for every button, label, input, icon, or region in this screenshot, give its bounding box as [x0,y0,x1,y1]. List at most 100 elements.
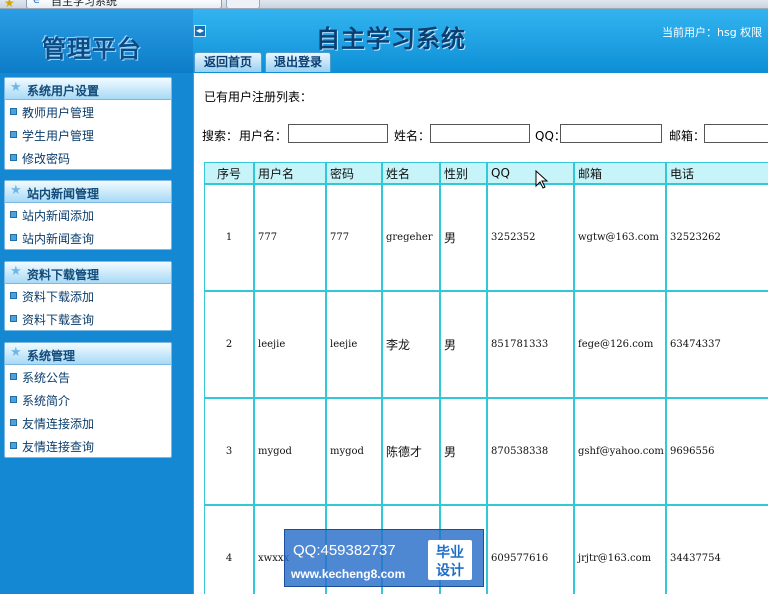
cell-qq: 870538338 [487,398,574,505]
star-icon: ★ [10,264,22,279]
cell-username: 777 [254,184,326,291]
table-row[interactable]: 3 mygod mygod 陈德才 男 870538338 gshf@yahoo… [204,398,768,505]
column-header: 用户名 [254,162,326,184]
cell-gender: 男 [440,184,487,291]
sidebar-item-label[interactable]: 友情连接查询 [22,438,94,455]
watermark-url: www.kecheng8.com [291,567,406,581]
username-search-input[interactable] [288,124,388,143]
column-header: 序号 [204,162,254,184]
cell-email: fege@126.com [574,291,666,398]
cell-phone: 32523262 [666,184,768,291]
qq-search-input[interactable] [560,124,662,143]
sidebar-item-label[interactable]: 系统简介 [22,392,70,409]
cell-password: leejie [326,291,382,398]
home-button[interactable]: 返回首页 [194,52,262,72]
square-bullet-icon [10,234,17,241]
browser-tab-bar: ★ e 自主学习系统 [0,0,768,9]
table-row[interactable]: 1 777 777 gregeher 男 3252352 wgtw@163.co… [204,184,768,291]
name-search-input[interactable] [430,124,530,143]
email-search-input[interactable] [704,124,768,143]
current-user-info: 当前用户：hsg 权限 [662,26,763,39]
star-icon: ★ [10,183,22,198]
cell-password: 777 [326,184,382,291]
sidebar-item-label[interactable]: 资料下载查询 [22,311,94,328]
sidebar-item-announcement[interactable]: 系统公告 [5,365,171,388]
cell-email: gshf@yahoo.com [574,398,666,505]
star-icon: ★ [10,80,22,95]
sidebar-item-news-query[interactable]: 站内新闻查询 [5,226,171,249]
panel-title: 站内新闻管理 [27,187,100,201]
browser-tab[interactable]: e 自主学习系统 [26,0,222,8]
cell-qq: 851781333 [487,291,574,398]
platform-title: 管理平台 [42,34,142,63]
main-content: 已有用户注册列表： 搜索： 用户名： 姓名： QQ： 邮箱： 序号 用户名 密码… [193,73,768,594]
panel-header[interactable]: ★ 资料下载管理 [5,262,171,284]
sidebar-item-download-query[interactable]: 资料下载查询 [5,307,171,330]
cell-email: wgtw@163.com [574,184,666,291]
cell-phone: 34437754 [666,505,768,594]
new-tab-button[interactable] [226,0,260,8]
cell-qq: 3252352 [487,184,574,291]
sidebar-item-teacher-users[interactable]: 教师用户管理 [5,100,171,123]
cell-index: 4 [204,505,254,594]
column-header: 姓名 [382,162,440,184]
sidebar-item-change-password[interactable]: 修改密码 [5,146,171,169]
logout-button[interactable]: 退出登录 [265,52,331,72]
square-bullet-icon [10,442,17,449]
sidebar-item-student-users[interactable]: 学生用户管理 [5,123,171,146]
sidebar-item-news-add[interactable]: 站内新闻添加 [5,203,171,226]
sidebar-item-link-query[interactable]: 友情连接查询 [5,434,171,457]
search-label: 搜索： [202,129,239,143]
cell-phone: 9696556 [666,398,768,505]
sidebar-item-link-add[interactable]: 友情连接添加 [5,411,171,434]
square-bullet-icon [10,154,17,161]
cell-username: mygod [254,398,326,505]
username-label: 用户名： [239,129,288,143]
column-header: 电话 [666,162,768,184]
sidebar-item-label[interactable]: 站内新闻添加 [22,207,94,224]
sidebar-item-download-add[interactable]: 资料下载添加 [5,284,171,307]
column-header: 性别 [440,162,487,184]
panel-title: 系统用户设置 [27,84,100,98]
system-title: 自主学习系统 [316,24,466,53]
sidebar-item-introduction[interactable]: 系统简介 [5,388,171,411]
table-row[interactable]: 2 leejie leejie 李龙 男 851781333 fege@126.… [204,291,768,398]
sidebar-item-label[interactable]: 教师用户管理 [22,104,94,121]
email-label: 邮箱： [669,129,706,143]
cell-name: 陈德才 [382,398,440,505]
sidebar-toggle-icon[interactable]: ◂▸ [194,25,206,37]
sidebar-panel-downloads: ★ 资料下载管理 资料下载添加 资料下载查询 [4,261,172,331]
browser-tab-title: 自主学习系统 [51,0,117,8]
panel-header[interactable]: ★ 站内新闻管理 [5,181,171,203]
cell-username: leejie [254,291,326,398]
watermark-badge-bottom: 设计 [436,563,464,579]
sidebar-panel-user-settings: ★ 系统用户设置 教师用户管理 学生用户管理 修改密码 [4,77,172,170]
square-bullet-icon [10,131,17,138]
watermark-badge: 毕业 设计 [428,540,472,580]
panel-header[interactable]: ★ 系统管理 [5,343,171,365]
sidebar-item-label[interactable]: 友情连接添加 [22,415,94,432]
cell-email: jrjtr@163.com [574,505,666,594]
square-bullet-icon [10,108,17,115]
panel-header[interactable]: ★ 系统用户设置 [5,78,171,100]
sidebar-item-label[interactable]: 系统公告 [22,369,70,386]
cell-password: mygod [326,398,382,505]
cell-gender: 男 [440,291,487,398]
cell-index: 3 [204,398,254,505]
sidebar-item-label[interactable]: 学生用户管理 [22,127,94,144]
browser-logo-icon: e [33,0,40,6]
column-header: 密码 [326,162,382,184]
sidebar: ★ 系统用户设置 教师用户管理 学生用户管理 修改密码 ★ 站内新闻管理 站内新… [0,73,193,594]
sidebar-item-label[interactable]: 站内新闻查询 [22,230,94,247]
sidebar-item-label[interactable]: 资料下载添加 [22,288,94,305]
column-header: QQ [487,162,574,184]
cell-qq: 609577616 [487,505,574,594]
table-header-row: 序号 用户名 密码 姓名 性别 QQ 邮箱 电话 [204,162,768,184]
cell-name: 李龙 [382,291,440,398]
panel-title: 系统管理 [27,349,76,363]
favorites-star-icon[interactable]: ★ [4,0,15,8]
panel-title: 资料下载管理 [27,268,100,282]
name-label: 姓名： [394,129,431,143]
cell-index: 2 [204,291,254,398]
sidebar-item-label[interactable]: 修改密码 [22,150,70,167]
